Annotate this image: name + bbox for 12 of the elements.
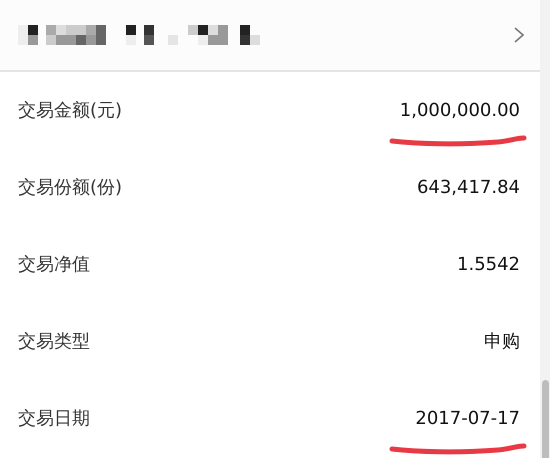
scrollbar-thumb[interactable] — [542, 380, 549, 458]
field-value: 643,417.84 — [416, 177, 520, 198]
field-label: 交易日期 — [18, 407, 90, 431]
field-label: 交易类型 — [18, 330, 90, 354]
field-value: 1,000,000.00 — [400, 100, 520, 121]
field-value: 申购 — [484, 331, 520, 352]
field-label: 交易份额(份) — [18, 176, 122, 200]
field-label: 交易金额(元) — [18, 99, 122, 123]
chevron-right-icon — [514, 27, 524, 43]
field-value: 2017-07-17 — [415, 408, 520, 429]
field-label: 交易净值 — [18, 253, 90, 277]
field-value: 1.5542 — [457, 254, 520, 275]
